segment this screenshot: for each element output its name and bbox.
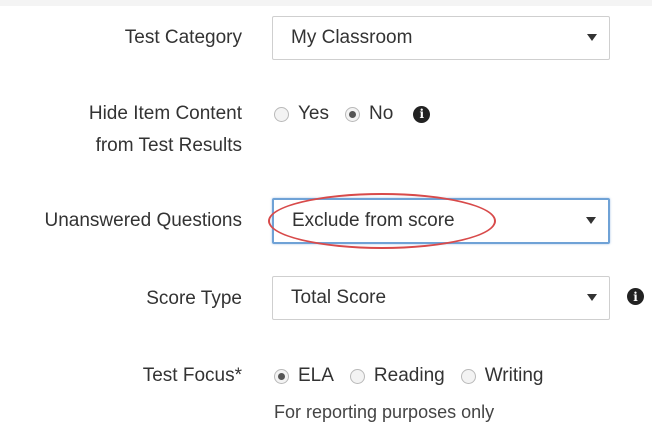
- test-focus-radio-group: ELA Reading Writing: [274, 362, 559, 390]
- test-focus-option-writing[interactable]: Writing: [460, 365, 544, 387]
- test-focus-note: For reporting purposes only: [274, 402, 495, 422]
- test-category-select[interactable]: My Classroom: [272, 16, 610, 60]
- test-category-label: Test Category: [124, 27, 242, 48]
- radio-yes-label: Yes: [298, 103, 329, 124]
- chevron-down-icon: [586, 217, 596, 224]
- unanswered-questions-value: Exclude from score: [292, 210, 455, 231]
- radio-reading-label: Reading: [373, 365, 445, 386]
- unanswered-questions-select[interactable]: Exclude from score: [272, 198, 610, 244]
- radio-ela[interactable]: [274, 368, 289, 384]
- test-focus-option-reading[interactable]: Reading: [349, 365, 445, 387]
- radio-writing[interactable]: [460, 368, 476, 384]
- radio-no-label: No: [369, 103, 394, 124]
- hide-item-content-option-yes[interactable]: Yes: [274, 103, 329, 125]
- info-icon[interactable]: i: [627, 288, 644, 305]
- info-icon[interactable]: i: [413, 105, 431, 123]
- test-focus-option-ela[interactable]: ELA: [274, 365, 334, 387]
- test-focus-label: Test Focus*: [142, 365, 242, 386]
- hide-item-content-label-line1: Hide Item Content: [88, 103, 242, 124]
- score-type-label: Score Type: [146, 288, 242, 309]
- radio-reading[interactable]: [349, 368, 365, 384]
- radio-writing-label: Writing: [484, 365, 544, 386]
- chevron-down-icon: [587, 294, 597, 301]
- radio-ela-label: ELA: [298, 365, 334, 386]
- radio-yes[interactable]: [274, 106, 289, 122]
- test-category-value: My Classroom: [291, 27, 413, 48]
- hide-item-content-label-line2: from Test Results: [95, 135, 242, 156]
- chevron-down-icon: [587, 34, 597, 41]
- score-type-select[interactable]: Total Score: [272, 276, 610, 320]
- unanswered-questions-label: Unanswered Questions: [44, 210, 243, 231]
- radio-no[interactable]: [345, 106, 360, 122]
- hide-item-content-radio-group: Yes No i: [274, 100, 431, 128]
- top-strip: [0, 0, 652, 6]
- score-type-value: Total Score: [291, 287, 387, 308]
- hide-item-content-option-no[interactable]: No: [345, 103, 393, 125]
